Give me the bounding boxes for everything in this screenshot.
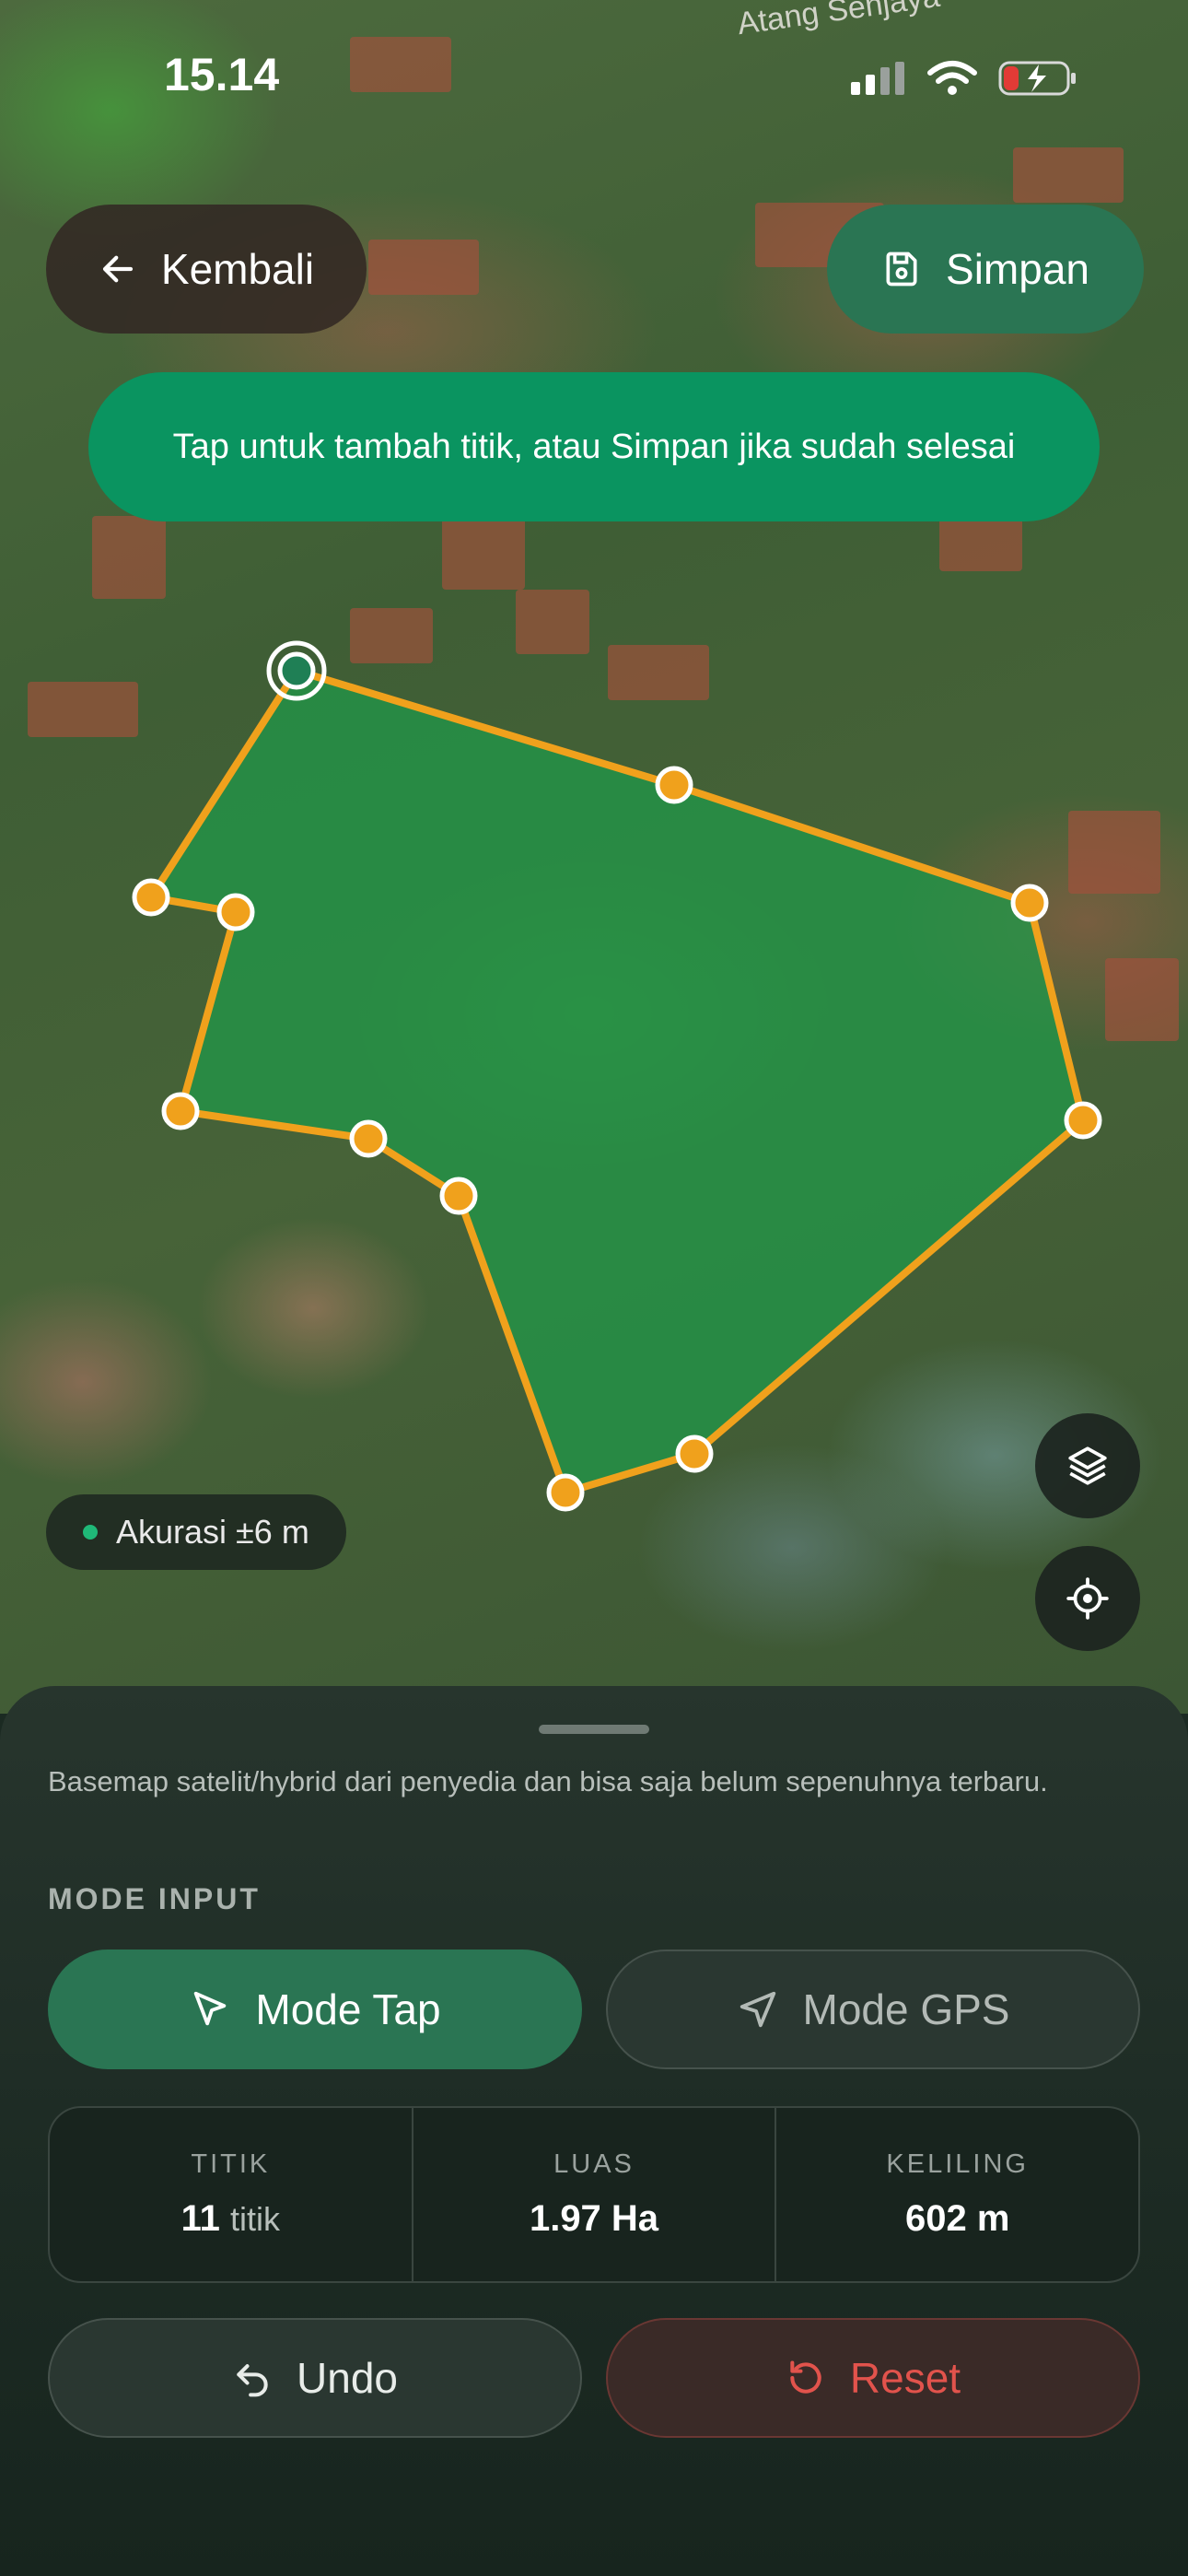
layers-icon — [1068, 1446, 1107, 1485]
stats-panel: TITIK 11 titik LUAS 1.97 Ha KELILING 602… — [48, 2106, 1140, 2283]
mode-input-title: MODE INPUT — [48, 1882, 261, 1915]
wifi-icon — [927, 61, 977, 95]
vertex-point[interactable] — [675, 1434, 714, 1473]
reset-icon — [790, 2360, 821, 2394]
hint-banner: Tap untuk tambah titik, atau Simpan jika… — [88, 372, 1100, 521]
vertex-point[interactable] — [161, 1092, 200, 1130]
vertex-point[interactable] — [439, 1177, 478, 1215]
reset-label: Reset — [849, 2354, 961, 2402]
undo-button[interactable]: Undo — [48, 2318, 582, 2438]
stat-points-value-row: 11 titik — [181, 2198, 280, 2240]
back-button[interactable]: Kembali — [46, 205, 367, 334]
accuracy-badge: Akurasi ±6 m — [46, 1494, 346, 1570]
layers-button[interactable] — [1035, 1413, 1140, 1518]
mode-gps-button[interactable]: Mode GPS — [606, 1950, 1140, 2069]
save-button-label: Simpan — [946, 245, 1089, 293]
accuracy-text: Akurasi ±6 m — [116, 1513, 309, 1551]
vertex-point[interactable] — [655, 766, 693, 804]
signal-icon — [851, 62, 904, 95]
accuracy-dot-icon — [83, 1525, 98, 1540]
cursor-icon — [194, 1991, 227, 2026]
status-time: 15.14 — [164, 49, 280, 100]
navigation-icon — [740, 1991, 775, 2028]
locate-icon — [1066, 1577, 1109, 1620]
bottom-sheet: Basemap satelit/hybrid dari penyedia dan… — [0, 1686, 1188, 2576]
save-icon — [886, 252, 917, 287]
stat-area-value: 1.97 Ha — [529, 2198, 659, 2239]
arrow-left-icon — [102, 255, 133, 283]
polygon-shape — [147, 667, 1087, 1496]
vertex-point[interactable] — [216, 893, 255, 931]
mode-gps-label: Mode GPS — [802, 1985, 1010, 2033]
vertex-point[interactable] — [132, 878, 170, 917]
stat-points-label: TITIK — [191, 2149, 271, 2179]
screen: Atang Senjaya 15.14 Kembali Simpan Tap u… — [0, 0, 1188, 2576]
vertex-point[interactable] — [1064, 1101, 1102, 1140]
reset-button[interactable]: Reset — [606, 2318, 1140, 2438]
sheet-handle[interactable] — [539, 1725, 649, 1734]
save-button[interactable]: Simpan — [827, 205, 1144, 334]
vertex-point[interactable] — [349, 1119, 388, 1158]
stat-points-unit: titik — [230, 2200, 281, 2238]
back-button-label: Kembali — [160, 245, 315, 293]
stat-area: LUAS 1.97 Ha — [413, 2108, 777, 2281]
status-icons — [851, 59, 1077, 98]
stat-perimeter: KELILING 602 m — [776, 2108, 1138, 2281]
stat-area-label: LUAS — [553, 2149, 635, 2179]
stat-points: TITIK 11 titik — [50, 2108, 413, 2281]
vertex-point[interactable] — [1010, 884, 1049, 922]
undo-icon — [237, 2364, 268, 2397]
vertex-point[interactable] — [546, 1473, 585, 1512]
battery-icon — [998, 61, 1076, 96]
stat-perimeter-value: 602 m — [904, 2198, 1010, 2239]
stat-perimeter-label: KELILING — [886, 2149, 1029, 2179]
mode-tap-button[interactable]: Mode Tap — [48, 1950, 582, 2069]
stat-points-value: 11 — [181, 2198, 220, 2239]
first-vertex-point[interactable] — [277, 651, 316, 690]
mode-tap-label: Mode Tap — [255, 1985, 441, 2033]
undo-label: Undo — [297, 2354, 398, 2402]
locate-button[interactable] — [1035, 1546, 1140, 1651]
basemap-note: Basemap satelit/hybrid dari penyedia dan… — [48, 1765, 1048, 1797]
